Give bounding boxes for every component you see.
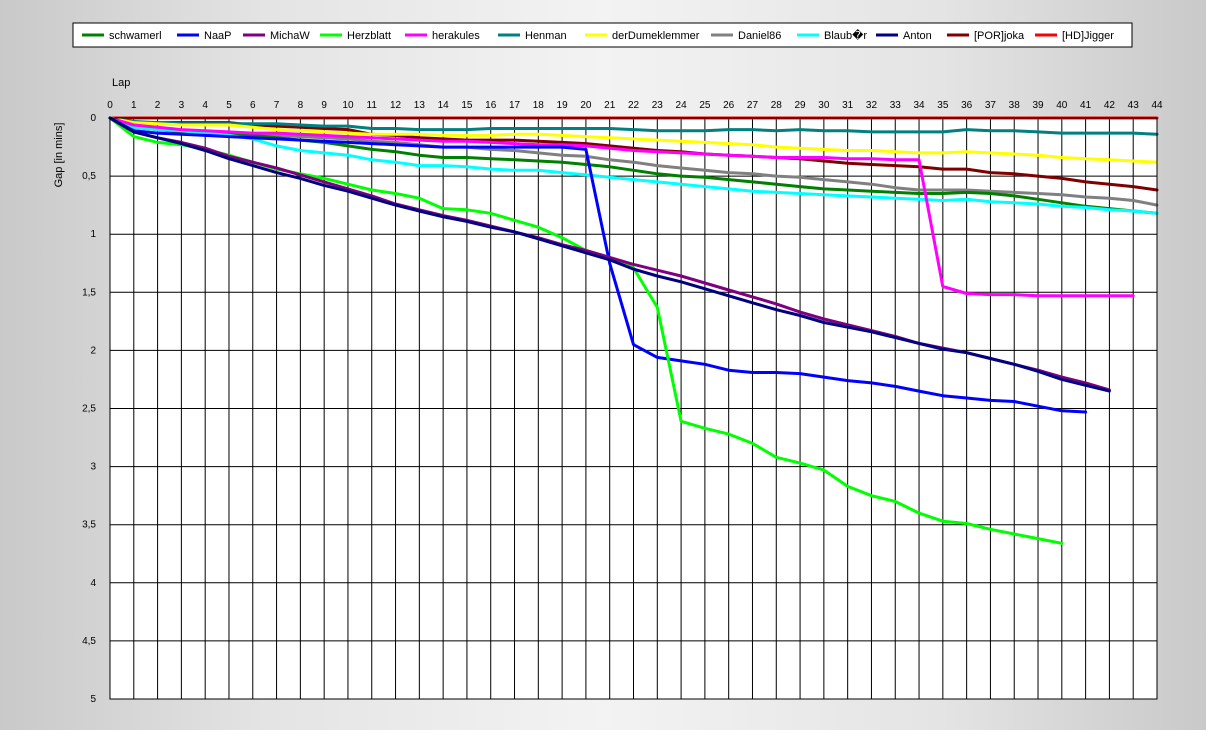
x-tick-label: 31 (842, 100, 854, 111)
legend-label: Herzblatt (347, 30, 391, 42)
y-tick-label: 3,5 (82, 520, 96, 531)
x-tick-label: 13 (414, 100, 426, 111)
x-tick-label: 20 (580, 100, 592, 111)
x-tick-label: 29 (795, 100, 807, 111)
x-tick-label: 15 (461, 100, 473, 111)
y-tick-label: 0,5 (82, 171, 96, 182)
x-tick-label: 2 (155, 100, 161, 111)
x-tick-label: 4 (202, 100, 208, 111)
x-tick-label: 30 (818, 100, 830, 111)
x-tick-label: 38 (1009, 100, 1021, 111)
y-tick-label: 5 (90, 694, 96, 705)
legend-label: herakules (432, 30, 480, 42)
x-tick-label: 33 (890, 100, 902, 111)
y-tick-label: 1,5 (82, 287, 96, 298)
legend-label: Anton (903, 30, 932, 42)
x-tick-label: 40 (1056, 100, 1068, 111)
legend-label: [HD]Jigger (1062, 30, 1114, 42)
x-tick-label: 0 (107, 100, 113, 111)
x-tick-label: 11 (367, 100, 378, 111)
legend-label: Blaub�r (824, 28, 867, 42)
x-tick-label: 5 (226, 100, 232, 111)
x-tick-label: 25 (699, 100, 711, 111)
x-tick-label: 36 (961, 100, 973, 111)
x-tick-label: 37 (985, 100, 997, 111)
x-tick-label: 16 (485, 100, 497, 111)
y-tick-label: 4 (90, 578, 96, 589)
legend-label: schwamerl (109, 30, 162, 42)
x-tick-label: 23 (652, 100, 664, 111)
x-tick-label: 6 (250, 100, 256, 111)
x-tick-label: 26 (723, 100, 735, 111)
legend-label: MichaW (270, 30, 310, 42)
x-tick-label: 24 (676, 100, 688, 111)
legend-label: [POR]joka (974, 30, 1025, 42)
x-tick-label: 14 (438, 100, 450, 111)
x-tick-label: 18 (533, 100, 545, 111)
legend-label: derDumeklemmer (612, 30, 700, 42)
y-axis-label: Gap [in mins] (53, 123, 65, 188)
y-tick-label: 3 (90, 462, 96, 473)
y-tick-label: 1 (90, 229, 96, 240)
x-tick-label: 19 (557, 100, 569, 111)
x-tick-label: 8 (298, 100, 304, 111)
x-tick-label: 21 (604, 100, 616, 111)
x-tick-label: 22 (628, 100, 640, 111)
x-tick-label: 10 (342, 100, 354, 111)
x-tick-label: 41 (1080, 100, 1092, 111)
x-tick-label: 42 (1104, 100, 1116, 111)
x-tick-label: 44 (1151, 100, 1163, 111)
x-tick-label: 28 (771, 100, 783, 111)
legend-label: Henman (525, 30, 567, 42)
y-tick-labels: 0 0,5 1 1,5 2 2,5 3 3,5 4 4,5 5 (82, 113, 96, 705)
x-tick-label: 43 (1128, 100, 1140, 111)
y-tick-label: 2,5 (82, 404, 96, 415)
x-tick-label: 39 (1032, 100, 1044, 111)
x-tick-label: 7 (274, 100, 280, 111)
x-tick-label: 32 (866, 100, 878, 111)
legend: schwamerl NaaP MichaW Herzblatt herakules Hen… (72, 22, 1133, 48)
x-tick-label: 9 (321, 100, 327, 111)
y-tick-label: 2 (90, 345, 96, 356)
x-tick-label: 3 (179, 100, 185, 111)
legend-label: NaaP (204, 30, 232, 42)
x-tick-label: 12 (390, 100, 402, 111)
y-tick-label: 0 (90, 113, 96, 124)
lap-gap-chart: schwamerl NaaP MichaW Herzblatt herakules Hen… (53, 22, 1163, 705)
y-tick-label: 4,5 (82, 636, 96, 647)
x-tick-labels: 0 1 2 3 4 5 6 7 8 9 10 11 12 13 14 15 16 17 18 19 20 21 22 23 24… (107, 100, 1163, 111)
legend-label: Daniel86 (738, 30, 781, 42)
x-tick-label: 17 (509, 100, 521, 111)
x-tick-label: 1 (131, 100, 137, 111)
x-tick-label: 27 (747, 100, 759, 111)
x-axis-label: Lap (112, 77, 130, 89)
x-tick-label: 34 (913, 100, 925, 111)
x-tick-label: 35 (937, 100, 949, 111)
